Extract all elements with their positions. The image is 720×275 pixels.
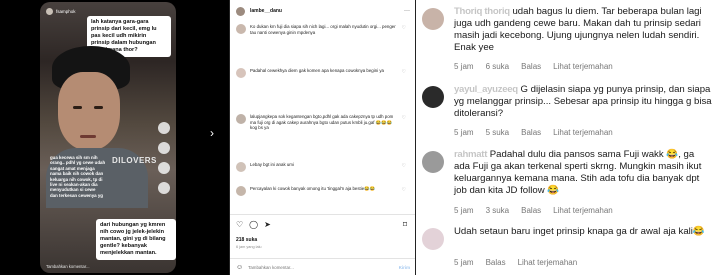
comment-likes[interactable]: 6 suka bbox=[486, 62, 510, 71]
emoji-icon[interactable]: ☺ bbox=[236, 264, 243, 271]
translate-link[interactable]: Lihat terjemahan bbox=[518, 258, 578, 267]
comment-item: Udah setaun baru inget prinsip knapa ga … bbox=[416, 220, 720, 275]
reply-button[interactable]: Balas bbox=[521, 206, 541, 215]
comment-item: Padahal cewekhya diem gak komen apa kena… bbox=[236, 68, 406, 94]
heart-icon[interactable]: ♡ bbox=[402, 69, 406, 75]
translate-link[interactable]: Lihat terjemahan bbox=[553, 128, 613, 137]
comment-body: rahmatt Padahal dulu dia pansos sama Fuj… bbox=[454, 149, 712, 197]
comment-time: 5 jam bbox=[454, 62, 474, 71]
chevron-right-icon[interactable]: › bbox=[210, 126, 214, 140]
comment-item: yayul_ayuzeeq G dijelasin siapa yg punya… bbox=[416, 78, 720, 142]
reply-button[interactable]: Balas bbox=[521, 62, 541, 71]
bookmark-icon[interactable]: ⌑ bbox=[403, 220, 407, 229]
comment-text: Ko dukan km fuji dia siapa sih nich lagi… bbox=[250, 24, 396, 35]
avatar[interactable] bbox=[236, 114, 246, 124]
comment-username[interactable]: Thoriq thoriq bbox=[454, 6, 510, 17]
comment-item: lalupjangkepa sok kegantengan bgto,pdhl … bbox=[236, 114, 406, 146]
comment-likes[interactable]: 3 suka bbox=[486, 206, 510, 215]
heart-icon[interactable]: ♡ bbox=[402, 115, 406, 121]
handle: fsamphok bbox=[56, 9, 76, 14]
comment-item: Thoriq thoriq udah bagus lu diem. Tar be… bbox=[416, 0, 720, 75]
comment-username[interactable]: yayul_ayuzeeq bbox=[454, 84, 518, 95]
share-icon[interactable]: ➤ bbox=[264, 220, 271, 229]
comment-icon[interactable] bbox=[158, 142, 170, 154]
avatar[interactable] bbox=[46, 8, 53, 15]
translate-link[interactable]: Lihat terjemahan bbox=[553, 206, 613, 215]
comment-body: Thoriq thoriq udah bagus lu diem. Tar be… bbox=[454, 6, 712, 54]
comment-item: rahmatt Padahal dulu dia pansos sama Fuj… bbox=[416, 143, 720, 218]
comment-item: Ko dukan km fuji dia siapa sih nich lagi… bbox=[236, 24, 406, 54]
comment-item: Percayalan ki cowok banyak omong itu 'ti… bbox=[236, 186, 406, 206]
like-icon[interactable] bbox=[158, 122, 170, 134]
divider bbox=[230, 214, 416, 215]
likes-count[interactable]: 218 suka bbox=[236, 237, 257, 243]
comment-time: 5 jam bbox=[454, 128, 474, 137]
reply-button[interactable]: Balas bbox=[486, 258, 506, 267]
comment-text: Padahal dulu dia pansos sama Fuji wakk 😂… bbox=[454, 149, 702, 196]
comment-text: lalupjangkepa sok kegantengan bgto,pdhl … bbox=[250, 114, 394, 131]
reply-button[interactable]: Balas bbox=[521, 128, 541, 137]
comment-text: Padahal cewekhya diem gak komen apa kena… bbox=[250, 68, 385, 73]
comment-input[interactable] bbox=[248, 264, 394, 270]
account-name[interactable]: lambe__danu bbox=[250, 8, 282, 14]
video-overlay-text: DILOVERS bbox=[112, 156, 157, 165]
heart-icon[interactable]: ♡ bbox=[402, 163, 406, 169]
share-icon[interactable] bbox=[158, 182, 170, 194]
post-date: 6 jam yang lalu bbox=[236, 245, 262, 249]
instagram-comments-panel: lambe__danu ··· Ko dukan km fuji dia sia… bbox=[229, 0, 416, 275]
heart-icon[interactable]: ♡ bbox=[402, 187, 406, 193]
comment-body: Udah setaun baru inget prinsip knapa ga … bbox=[454, 226, 712, 238]
add-comment-field[interactable]: Tambahkan komentar... bbox=[46, 264, 90, 269]
heart-icon[interactable]: ♡ bbox=[402, 25, 406, 31]
caption-bubble-bottom: dari hubungan yg kmren nih cowo jg jelek… bbox=[96, 219, 176, 260]
tiktok-video-frame[interactable]: fsamphok lah katanya gara-gara prinsip d… bbox=[40, 2, 176, 273]
avatar[interactable] bbox=[236, 186, 246, 196]
comment-meta: 5 jam 5 suka Balas Lihat terjemahan bbox=[454, 128, 613, 137]
comment-meta: 5 jam 3 suka Balas Lihat terjemahan bbox=[454, 206, 613, 215]
post-actions: ♡ ◯ ➤ bbox=[236, 220, 271, 229]
avatar[interactable] bbox=[422, 228, 444, 250]
comment-text: Percayalan ki cowok banyak omong itu 'ti… bbox=[250, 186, 376, 191]
comment-input-row: ☺ Kirim bbox=[230, 258, 416, 275]
post-header: lambe__danu ··· bbox=[236, 4, 410, 18]
avatar[interactable] bbox=[422, 151, 444, 173]
comment-item: Lebay bgt ini anak umi ♡ bbox=[236, 162, 406, 176]
comment-likes[interactable]: 5 suka bbox=[486, 128, 510, 137]
mouth bbox=[80, 135, 96, 138]
comment-meta: 5 jam 6 suka Balas Lihat terjemahan bbox=[454, 62, 613, 71]
bookmark-icon[interactable] bbox=[158, 162, 170, 174]
person-face bbox=[58, 72, 120, 150]
comment-text: Lebay bgt ini anak umi bbox=[250, 162, 294, 167]
avatar[interactable] bbox=[422, 8, 444, 30]
avatar[interactable] bbox=[236, 68, 246, 78]
comment-username[interactable]: rahmatt bbox=[454, 149, 487, 160]
avatar[interactable] bbox=[236, 24, 246, 34]
account-avatar[interactable] bbox=[236, 6, 245, 16]
comment-body: yayul_ayuzeeq G dijelasin siapa yg punya… bbox=[454, 84, 712, 120]
post-button[interactable]: Kirim bbox=[399, 265, 410, 270]
avatar[interactable] bbox=[236, 162, 246, 172]
eye-left bbox=[73, 106, 82, 109]
translate-link[interactable]: Lihat terjemahan bbox=[553, 62, 613, 71]
comment-time: 5 jam bbox=[454, 258, 474, 267]
comment-time: 5 jam bbox=[454, 206, 474, 215]
comment-meta: 5 jam Balas Lihat terjemahan bbox=[454, 258, 577, 267]
more-icon[interactable]: ··· bbox=[404, 8, 410, 14]
eye-right bbox=[94, 106, 103, 109]
comment-thread-panel: Thoriq thoriq udah bagus lu diem. Tar be… bbox=[415, 0, 720, 275]
comment-icon[interactable]: ◯ bbox=[249, 220, 258, 229]
caption-text-left: gua kecewa sih sm nih orang.. pdhl yg ce… bbox=[50, 155, 106, 198]
comment-text: Udah setaun baru inget prinsip knapa ga … bbox=[454, 226, 705, 237]
tiktok-video-panel: fsamphok lah katanya gara-gara prinsip d… bbox=[0, 0, 229, 275]
avatar[interactable] bbox=[422, 86, 444, 108]
heart-icon[interactable]: ♡ bbox=[236, 220, 243, 229]
